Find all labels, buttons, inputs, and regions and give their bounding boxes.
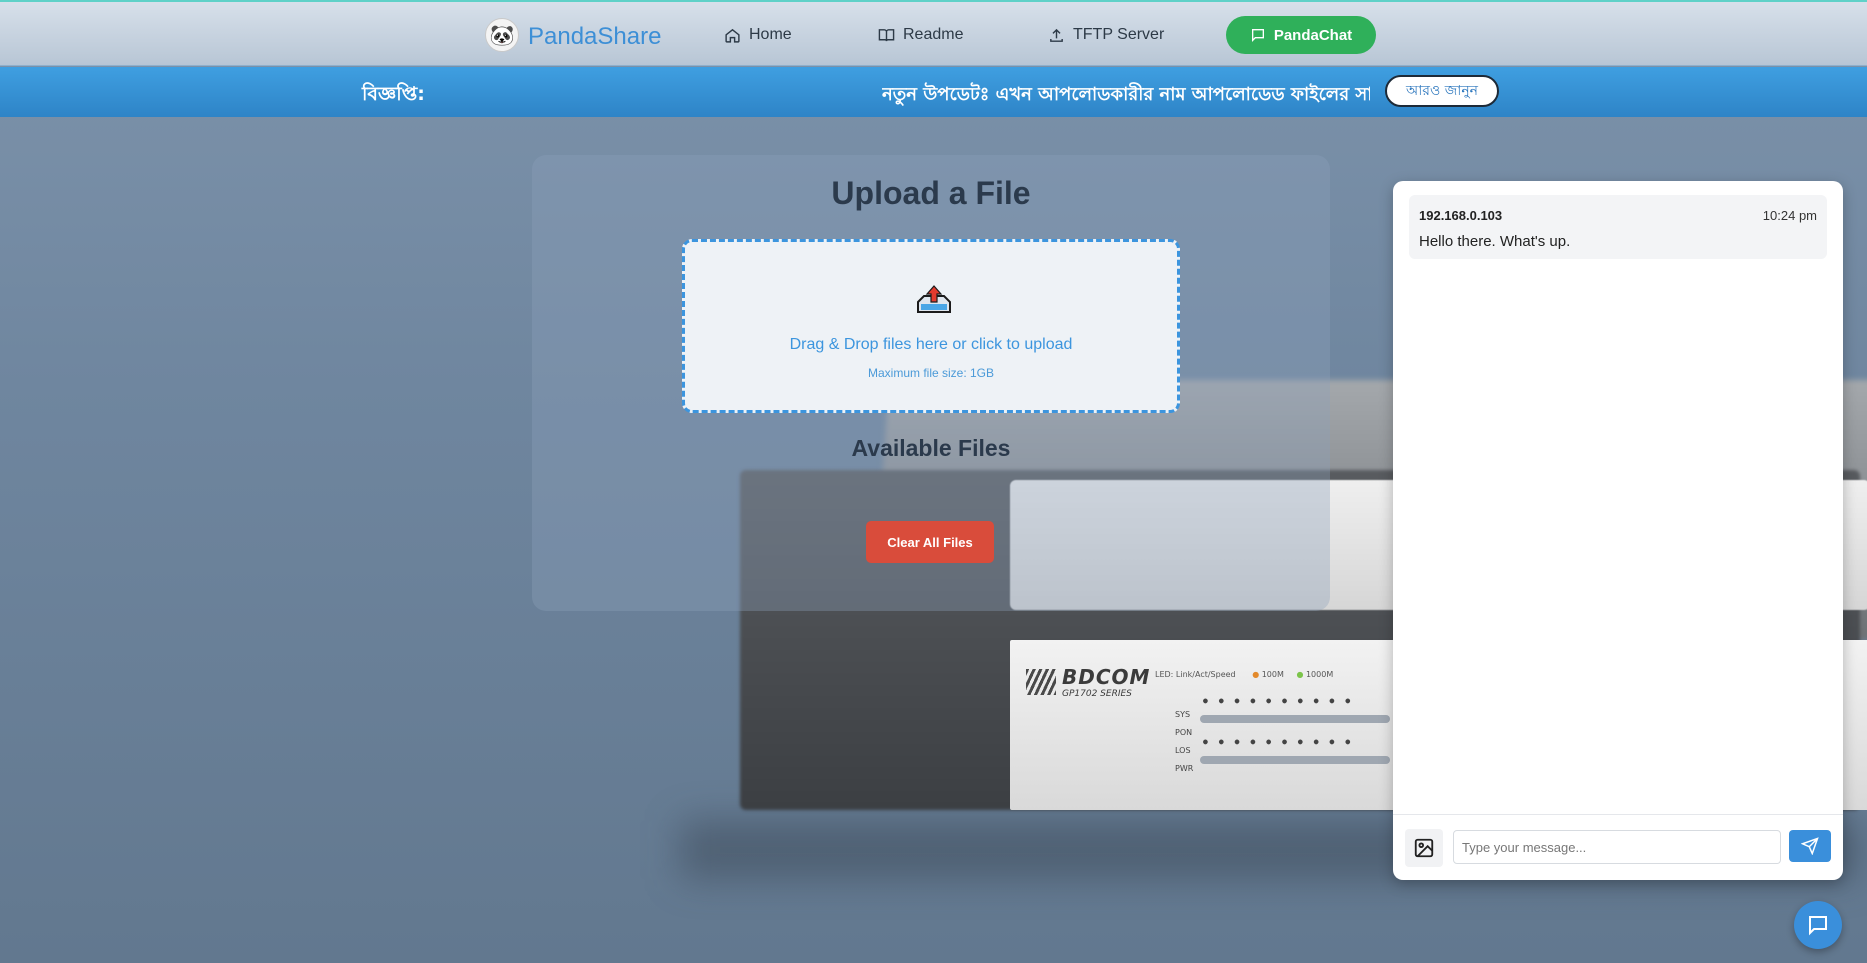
notice-marquee-text: নতুন উপডেটঃ এখন আপলোডকারীর নাম আপলোডেড ফ… — [882, 84, 1370, 105]
brand-name[interactable]: PandaShare — [528, 23, 661, 51]
led-1000: 1000M — [1305, 670, 1334, 679]
status-label: PON — [1175, 728, 1193, 737]
send-button[interactable] — [1789, 830, 1831, 862]
led-legend: LED: Link/Act/Speed ● 100M ● 1000M — [1155, 670, 1334, 679]
panda-icon[interactable]: 🐼 — [485, 18, 519, 52]
chat-panel: 192.168.0.103 10:24 pm Hello there. What… — [1393, 181, 1843, 880]
top-navbar: 🐼 PandaShare Home Readme TFTP Server Pan… — [0, 0, 1867, 66]
attach-image-button[interactable] — [1405, 829, 1443, 867]
device-series: GP1702 SERIES — [1062, 689, 1132, 699]
device-logo: BDCOM GP1702 SERIES — [1026, 665, 1151, 699]
status-label: SYS — [1175, 710, 1191, 719]
led-100: 100M — [1261, 670, 1284, 679]
message-text: Hello there. What's up. — [1419, 233, 1571, 250]
device-brand: BDCOM — [1062, 665, 1151, 689]
book-icon — [878, 28, 895, 41]
nav-label: Readme — [903, 26, 964, 43]
chat-message: 192.168.0.103 10:24 pm Hello there. What… — [1409, 195, 1827, 259]
nav-label: TFTP Server — [1073, 26, 1165, 43]
file-dropzone[interactable]: Drag & Drop files here or click to uploa… — [682, 239, 1180, 413]
status-labels: SYS PON LOS PWR — [1175, 706, 1193, 778]
upload-card: Upload a File Drag & Drop files here or … — [532, 155, 1330, 611]
nav-label: Home — [749, 26, 792, 43]
learn-more-button[interactable]: আরও জানুন — [1385, 75, 1499, 107]
chat-bubble-icon — [1809, 916, 1827, 936]
dropzone-text: Drag & Drop files here or click to uploa… — [789, 336, 1073, 353]
chat-toggle-button[interactable] — [1794, 901, 1842, 949]
upload-tray-icon — [917, 285, 951, 313]
message-sender: 192.168.0.103 — [1419, 208, 1503, 223]
led-strip — [1200, 756, 1390, 764]
led-dots: ●●●●●●●●●● — [1203, 737, 1362, 746]
message-icon — [1251, 29, 1264, 42]
status-label: PWR — [1175, 764, 1194, 773]
max-file-size-text: Maximum file size: 1GB — [867, 366, 995, 380]
led-dots: ●●●●●●●●●● — [1203, 696, 1362, 705]
send-icon — [1801, 837, 1819, 855]
pandachat-button[interactable]: PandaChat — [1226, 16, 1376, 54]
status-label: LOS — [1175, 746, 1191, 755]
chat-message-input[interactable] — [1453, 830, 1781, 864]
clear-all-files-button[interactable]: Clear All Files — [866, 521, 994, 563]
available-files-title: Available Files — [851, 435, 1011, 461]
upload-icon — [1050, 28, 1063, 42]
nav-item-readme[interactable]: Readme — [878, 26, 963, 44]
home-icon — [725, 28, 740, 43]
notice-label: বিজ্ঞপ্তি: — [362, 83, 425, 105]
upload-title: Upload a File — [831, 175, 1031, 211]
image-icon — [1414, 838, 1434, 858]
device-logo-mark — [1026, 669, 1056, 695]
message-time: 10:24 pm — [1762, 208, 1817, 223]
led-strip — [1200, 715, 1390, 723]
pandachat-label: PandaChat — [1273, 26, 1353, 44]
led-label: LED: Link/Act/Speed — [1155, 670, 1236, 679]
nav-item-tftp-server[interactable]: TFTP Server — [1048, 26, 1164, 44]
notice-bar: বিজ্ঞপ্তি: নতুন উপডেটঃ এখন আপলোডকারীর না… — [0, 67, 1867, 117]
chat-input-bar — [1393, 814, 1843, 880]
nav-item-home[interactable]: Home — [724, 26, 792, 44]
